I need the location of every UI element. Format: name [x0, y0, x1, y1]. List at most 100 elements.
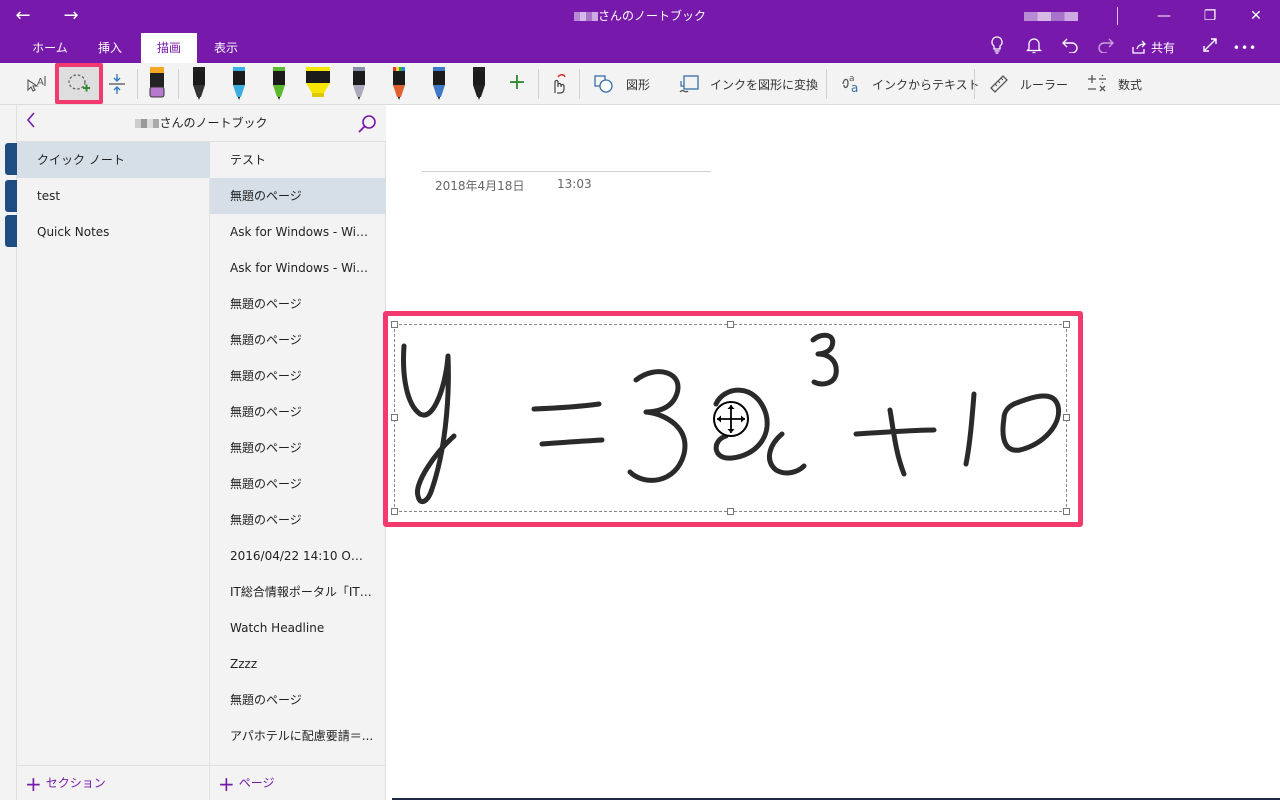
pen-icon — [193, 67, 205, 100]
ruler-button[interactable]: ルーラー — [986, 63, 1069, 105]
page-item[interactable]: 無題のページ — [210, 322, 386, 358]
restore-button[interactable]: ❐ — [1187, 0, 1233, 33]
add-section-label: セクション — [45, 776, 106, 790]
notebook-title-text: さんのノートブック — [159, 116, 268, 130]
add-section-button[interactable]: + セクション — [25, 771, 106, 796]
page-item[interactable]: Ask for Windows - Win... — [210, 214, 386, 250]
type-text-tool[interactable]: A — [22, 63, 50, 105]
bell-icon[interactable] — [1021, 36, 1047, 60]
insert-space-button[interactable] — [104, 63, 130, 105]
redacted-user-name — [573, 12, 598, 21]
shapes-label: 図形 — [626, 78, 651, 92]
tab-view[interactable]: 表示 — [200, 33, 252, 63]
page-item[interactable]: 無題のページ — [210, 394, 386, 430]
shapes-icon — [594, 75, 613, 93]
add-section-footer: + セクション — [17, 765, 210, 800]
search-icon[interactable] — [357, 114, 377, 134]
page-item[interactable]: 無題のページ — [210, 178, 386, 214]
minimize-button[interactable]: — — [1141, 0, 1187, 33]
share-button[interactable]: 共有 — [1132, 33, 1175, 63]
pen-icon — [273, 67, 285, 100]
page-item[interactable]: アパホテルに配慮要請＝... — [210, 718, 386, 754]
pen-blue-galaxy[interactable] — [425, 63, 453, 105]
math-button[interactable]: 数式 — [1084, 63, 1150, 105]
notebook-title: さんのノートブック — [17, 105, 386, 142]
pen-icon — [433, 67, 445, 100]
fullscreen-icon[interactable] — [1197, 36, 1223, 60]
plus-icon: + — [218, 771, 235, 796]
insert-space-icon — [109, 74, 125, 94]
plus-icon: + — [25, 771, 42, 796]
section-item[interactable]: クイック ノート — [17, 142, 210, 178]
ribbon-divider — [137, 69, 138, 99]
redacted-user-name — [135, 119, 160, 128]
svg-text:a: a — [849, 74, 855, 84]
add-page-button[interactable]: + ページ — [218, 771, 275, 796]
add-pen-button[interactable]: + — [504, 63, 530, 105]
page-item[interactable]: 無題のページ — [210, 286, 386, 322]
draw-with-touch-button[interactable] — [543, 63, 573, 105]
page-item[interactable]: 無題のページ — [210, 502, 386, 538]
highlighter-icon — [149, 67, 165, 98]
page-item[interactable]: Zzzz — [210, 646, 386, 682]
pen-rainbow[interactable] — [385, 63, 413, 105]
touch-draw-icon — [554, 74, 566, 94]
page-time: 13:03 — [557, 177, 592, 191]
page-item[interactable]: 2016/04/22 14:10 Offic... — [210, 538, 386, 574]
highlighter-yellow[interactable] — [301, 63, 335, 105]
tab-insert[interactable]: 挿入 — [84, 33, 136, 63]
close-button[interactable]: ✕ — [1233, 0, 1279, 33]
page-title-line[interactable] — [422, 171, 711, 172]
ink-to-text-button[interactable]: a a インクからテキスト — [838, 63, 980, 105]
page-item[interactable]: 無題のページ — [210, 430, 386, 466]
page-item[interactable]: IT総合情報ポータル「ITm... — [210, 574, 386, 610]
ribbon-divider — [178, 69, 179, 99]
ribbon-divider — [826, 69, 827, 99]
more-options-button[interactable]: ••• — [1232, 36, 1258, 60]
page-item[interactable]: テスト — [210, 142, 386, 178]
section-item[interactable]: test — [17, 178, 210, 214]
forward-arrow-icon[interactable]: → — [56, 4, 86, 28]
section-item[interactable]: Quick Notes — [17, 214, 210, 250]
lightbulb-icon[interactable] — [984, 36, 1010, 60]
page-item[interactable]: 無題のページ — [210, 466, 386, 502]
ruler-label: ルーラー — [1020, 78, 1069, 92]
ink-to-shape-label: インクを図形に変換 — [710, 78, 819, 92]
section-color-tab[interactable] — [5, 180, 17, 212]
move-cursor-icon — [712, 400, 750, 438]
page-item[interactable]: Watch Headline — [210, 610, 386, 646]
back-arrow-icon[interactable]: ← — [8, 4, 38, 28]
share-label: 共有 — [1151, 41, 1176, 55]
pen-black-2[interactable] — [465, 63, 493, 105]
page-item[interactable]: 無題のページ — [210, 358, 386, 394]
collapse-pane-chevron-icon[interactable] — [25, 111, 37, 134]
titlebar-divider — [1117, 7, 1118, 25]
undo-icon[interactable] — [1057, 36, 1083, 60]
pen-icon — [353, 67, 365, 100]
pen-galaxy[interactable] — [345, 63, 373, 105]
pen-green[interactable] — [265, 63, 293, 105]
page-item[interactable]: 無題のページ — [210, 682, 386, 718]
section-color-tab[interactable] — [5, 143, 17, 175]
window-title: さんのノートブック — [0, 0, 1280, 33]
highlighter-orange[interactable] — [142, 63, 172, 105]
pen-black[interactable] — [185, 63, 213, 105]
page-item[interactable]: Ask for Windows - Win... — [210, 250, 386, 286]
ribbon-divider — [538, 69, 539, 99]
notebook-pane-header: さんのノートブック — [17, 105, 386, 142]
title-bar: ← → さんのノートブック — ❐ ✕ — [0, 0, 1280, 33]
lasso-highlight-frame — [55, 63, 103, 104]
pen-cyan[interactable] — [225, 63, 253, 105]
text-cursor-icon: A — [27, 76, 46, 92]
pen-icon — [473, 67, 485, 100]
tab-draw[interactable]: 描画 — [141, 33, 197, 63]
page-canvas[interactable]: 2018年4月18日 13:03 — [383, 105, 1280, 800]
tab-home[interactable]: ホーム — [22, 33, 78, 63]
redo-icon[interactable] — [1093, 36, 1119, 60]
shapes-button[interactable]: 図形 — [590, 63, 656, 105]
share-icon — [1132, 40, 1146, 54]
section-color-tab[interactable] — [5, 215, 17, 247]
ribbon-divider — [974, 69, 975, 99]
ink-to-text-icon: a a — [842, 74, 858, 95]
ink-to-shape-button[interactable]: インクを図形に変換 — [676, 63, 818, 105]
